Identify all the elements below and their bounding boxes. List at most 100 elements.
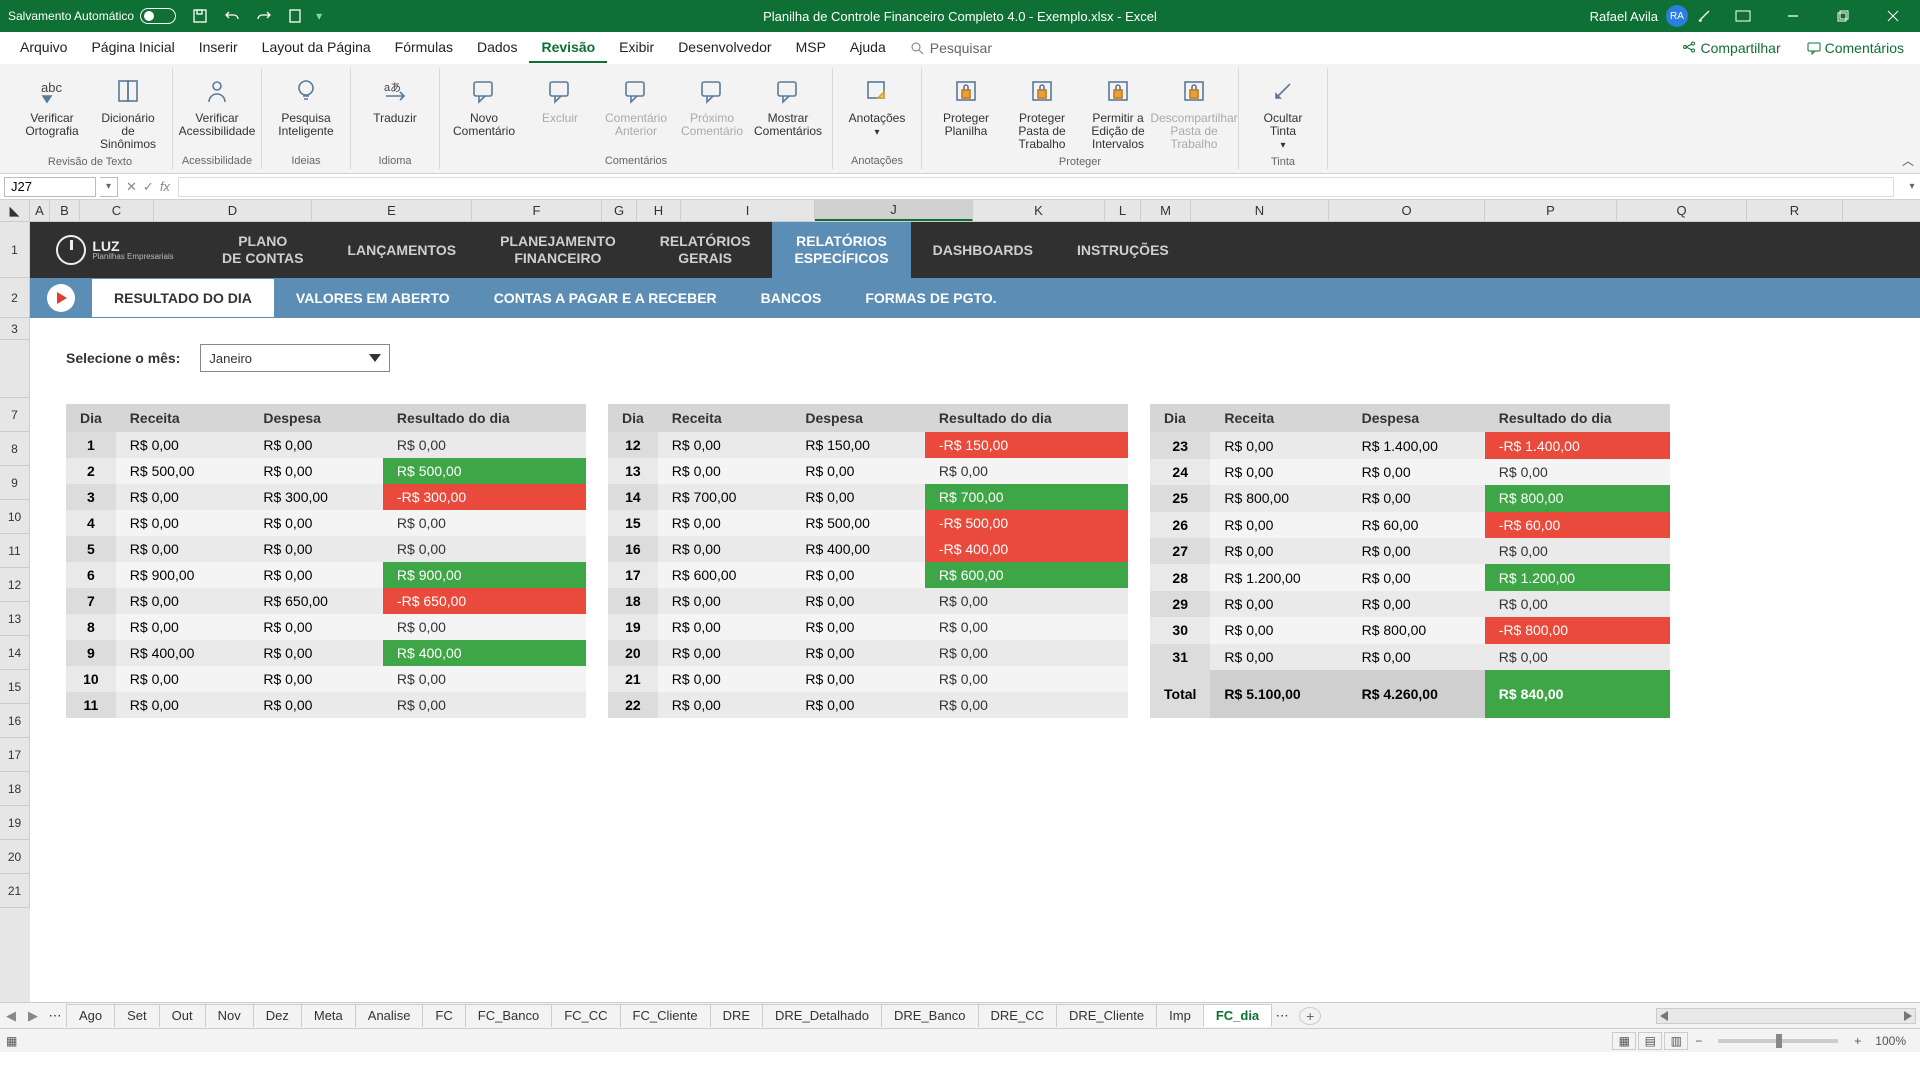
col-N[interactable]: N xyxy=(1191,200,1329,221)
topnav-relat-rios-gerais[interactable]: RELATÓRIOSGERAIS xyxy=(638,233,773,267)
sheet-tab-dre_cc[interactable]: DRE_CC xyxy=(978,1004,1057,1027)
row-8[interactable]: 8 xyxy=(0,432,30,466)
column-headers[interactable]: ◣ ABCDEFGHIJKLMNOPQR xyxy=(0,200,1920,222)
month-dropdown[interactable]: Janeiro xyxy=(200,344,390,372)
subnav-contas-a-pagar-e-a-receber[interactable]: CONTAS A PAGAR E A RECEBER xyxy=(472,290,739,306)
row-10[interactable]: 10 xyxy=(0,500,30,534)
menu-ajuda[interactable]: Ajuda xyxy=(838,33,898,63)
row-20[interactable]: 20 xyxy=(0,840,30,874)
topnav-relat-rios-espec-ficos[interactable]: RELATÓRIOSESPECÍFICOS xyxy=(772,222,910,285)
col-F[interactable]: F xyxy=(472,200,602,221)
user-avatar[interactable]: RA xyxy=(1666,5,1688,27)
fx-icon[interactable]: fx xyxy=(160,179,170,194)
menu-p-gina-inicial[interactable]: Página Inicial xyxy=(79,33,186,63)
col-G[interactable]: G xyxy=(602,200,637,221)
row-17[interactable]: 17 xyxy=(0,738,30,772)
comments-button[interactable]: Comentários xyxy=(1799,36,1912,60)
ribbon-ocultar-tinta[interactable]: Ocultar Tinta▾ xyxy=(1247,72,1319,154)
sheet-tab-dre_banco[interactable]: DRE_Banco xyxy=(881,1004,979,1027)
col-O[interactable]: O xyxy=(1329,200,1485,221)
col-C[interactable]: C xyxy=(80,200,154,221)
ribbon-novo-coment-rio[interactable]: Novo Comentário xyxy=(448,72,520,140)
zoom-out-button[interactable]: − xyxy=(1689,1034,1708,1048)
draw-icon[interactable] xyxy=(1692,4,1716,28)
col-R[interactable]: R xyxy=(1747,200,1843,221)
sheet-tab-out[interactable]: Out xyxy=(159,1004,206,1027)
ribbon-collapse-icon[interactable]: ︿ xyxy=(1902,152,1914,169)
sheet-tab-imp[interactable]: Imp xyxy=(1156,1004,1204,1027)
menu-revis-o[interactable]: Revisão xyxy=(529,33,607,63)
col-I[interactable]: I xyxy=(681,200,815,221)
menu-arquivo[interactable]: Arquivo xyxy=(8,33,79,63)
row-16[interactable]: 16 xyxy=(0,704,30,738)
page-break-view-icon[interactable]: ▥ xyxy=(1664,1032,1688,1050)
subnav-bancos[interactable]: BANCOS xyxy=(739,290,844,306)
menu-msp[interactable]: MSP xyxy=(784,33,838,63)
normal-view-icon[interactable]: ▦ xyxy=(1612,1032,1636,1050)
col-P[interactable]: P xyxy=(1485,200,1617,221)
menu-layout-da-p-gina[interactable]: Layout da Página xyxy=(250,33,383,63)
row-14[interactable]: 14 xyxy=(0,636,30,670)
topnav-instru-es[interactable]: INSTRUÇÕES xyxy=(1055,242,1191,259)
autosave-toggle[interactable]: Salvamento Automático xyxy=(4,8,180,24)
col-A[interactable]: A xyxy=(30,200,50,221)
col-J[interactable]: J xyxy=(815,200,973,221)
sheet-tab-fc_banco[interactable]: FC_Banco xyxy=(465,1004,552,1027)
new-sheet-button[interactable]: + xyxy=(1299,1007,1321,1025)
ribbon-display-icon[interactable] xyxy=(1720,0,1766,32)
play-icon[interactable] xyxy=(30,284,92,312)
row-18[interactable]: 18 xyxy=(0,772,30,806)
col-K[interactable]: K xyxy=(973,200,1105,221)
sheet-tab-fc[interactable]: FC xyxy=(422,1004,465,1027)
worksheet-area[interactable]: LUZ Planilhas Empresariais PLANODE CONTA… xyxy=(30,222,1920,1002)
ribbon-pesquisa-inteligente[interactable]: Pesquisa Inteligente xyxy=(270,72,342,140)
tab-scroll-left-icon[interactable]: ◀ xyxy=(0,1008,22,1024)
row-19[interactable]: 19 xyxy=(0,806,30,840)
sheet-tab-dre_cliente[interactable]: DRE_Cliente xyxy=(1056,1004,1157,1027)
row-headers[interactable]: 123789101112131415161718192021 xyxy=(0,222,30,1002)
sheet-tab-dez[interactable]: Dez xyxy=(253,1004,302,1027)
sheet-tab-nov[interactable]: Nov xyxy=(205,1004,254,1027)
row-13[interactable]: 13 xyxy=(0,602,30,636)
subnav-resultado-do-dia[interactable]: RESULTADO DO DIA xyxy=(92,279,274,317)
ribbon-proteger-planilha[interactable]: Proteger Planilha xyxy=(930,72,1002,140)
sheet-tab-dre[interactable]: DRE xyxy=(710,1004,763,1027)
col-Q[interactable]: Q xyxy=(1617,200,1747,221)
save-icon[interactable] xyxy=(188,4,212,28)
row-9[interactable]: 9 xyxy=(0,466,30,500)
topnav-plano-de-contas[interactable]: PLANODE CONTAS xyxy=(200,233,325,267)
menu-inserir[interactable]: Inserir xyxy=(187,33,250,63)
sheet-tab-analise[interactable]: Analise xyxy=(355,1004,424,1027)
tab-overflow-right-icon[interactable]: ⋯ xyxy=(1271,1008,1293,1024)
subnav-valores-em-aberto[interactable]: VALORES EM ABERTO xyxy=(274,290,472,306)
ribbon-dicion-rio-de-sin-nimos[interactable]: Dicionário de Sinônimos xyxy=(92,72,164,154)
ribbon-verificar-acessibilidade[interactable]: Verificar Acessibilidade xyxy=(181,72,253,140)
page-layout-view-icon[interactable]: ▤ xyxy=(1638,1032,1662,1050)
sheet-tab-meta[interactable]: Meta xyxy=(301,1004,356,1027)
row-11[interactable]: 11 xyxy=(0,534,30,568)
col-D[interactable]: D xyxy=(154,200,312,221)
undo-icon[interactable] xyxy=(220,4,244,28)
topnav-lan-amentos[interactable]: LANÇAMENTOS xyxy=(325,242,478,259)
menu-f-rmulas[interactable]: Fórmulas xyxy=(383,33,465,63)
zoom-in-button[interactable]: + xyxy=(1848,1034,1867,1048)
zoom-slider[interactable] xyxy=(1718,1039,1838,1043)
share-button[interactable]: Compartilhar xyxy=(1674,36,1788,60)
close-icon[interactable] xyxy=(1870,0,1916,32)
topnav-dashboards[interactable]: DASHBOARDS xyxy=(911,242,1055,259)
search-button[interactable]: Pesquisar xyxy=(898,40,1004,56)
subnav-formas-de-pgto-[interactable]: FORMAS DE PGTO. xyxy=(843,290,1018,306)
row-21[interactable]: 21 xyxy=(0,874,30,908)
col-B[interactable]: B xyxy=(50,200,80,221)
topnav-planejamento-financeiro[interactable]: PLANEJAMENTOFINANCEIRO xyxy=(478,233,638,267)
accept-formula-icon[interactable]: ✓ xyxy=(143,179,154,195)
row-1[interactable]: 1 xyxy=(0,222,30,278)
menu-desenvolvedor[interactable]: Desenvolvedor xyxy=(666,33,783,63)
redo-icon[interactable] xyxy=(252,4,276,28)
sheet-tab-set[interactable]: Set xyxy=(114,1004,160,1027)
user-name[interactable]: Rafael Avila xyxy=(1590,9,1658,24)
row-12[interactable]: 12 xyxy=(0,568,30,602)
tab-overflow-left-icon[interactable]: ⋯ xyxy=(44,1008,66,1024)
col-H[interactable]: H xyxy=(637,200,681,221)
row-2[interactable]: 2 xyxy=(0,278,30,318)
